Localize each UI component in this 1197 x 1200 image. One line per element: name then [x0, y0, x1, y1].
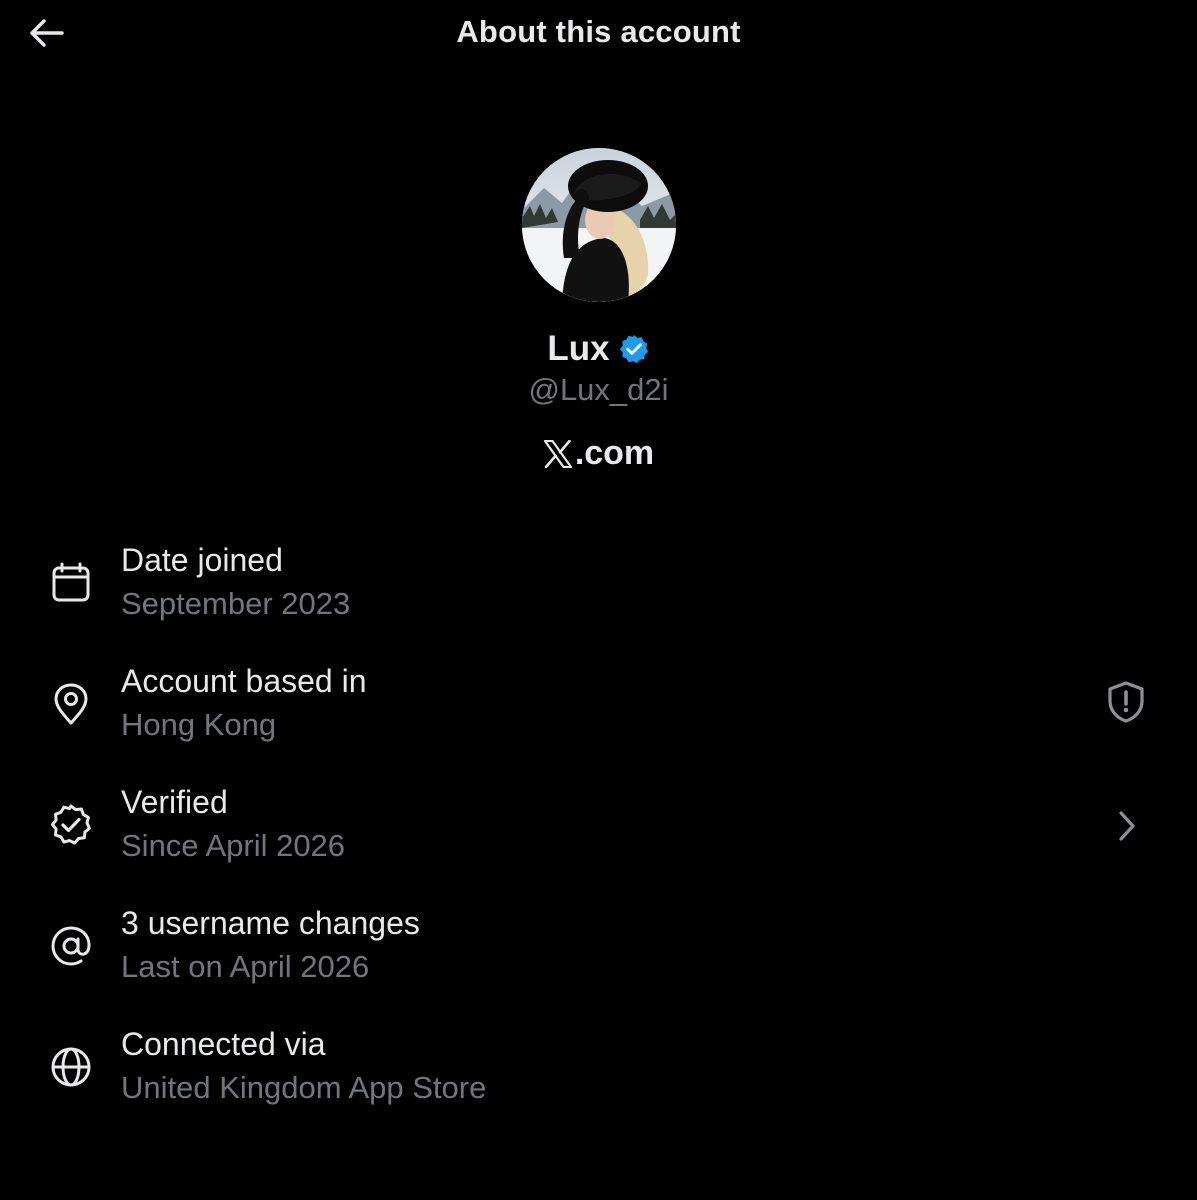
info-label: Connected via [121, 1026, 326, 1062]
list-item-verified[interactable]: Verified Since April 2026 [0, 782, 1197, 903]
verified-badge-icon [619, 335, 648, 363]
top-bar: About this account [0, 0, 1197, 66]
profile-summary: Lux @Lux_d2i .com [0, 148, 1197, 473]
info-label: 3 username changes [121, 905, 420, 941]
site-domain: .com [574, 434, 655, 472]
info-value: Last on April 2026 [121, 949, 370, 984]
info-value: September 2023 [121, 586, 351, 621]
page-title: About this account [456, 14, 741, 49]
list-item-account-location: Account based in Hong Kong [0, 661, 1197, 782]
avatar-image [521, 148, 676, 302]
site-link[interactable]: .com [0, 434, 1197, 473]
avatar[interactable] [521, 148, 676, 302]
list-item-date-joined: Date joined September 2023 [0, 540, 1197, 661]
username-handle: @Lux_d2i [528, 372, 669, 407]
name-row: Lux [0, 328, 1197, 370]
info-label: Verified [121, 784, 228, 820]
info-value: Hong Kong [121, 707, 277, 742]
shield-alert-icon[interactable] [1103, 679, 1149, 725]
display-name: Lux [547, 329, 610, 368]
location-pin-icon [54, 683, 88, 725]
info-label: Date joined [121, 542, 283, 578]
chevron-right-icon[interactable] [1103, 803, 1149, 849]
info-value: United Kingdom App Store [121, 1070, 487, 1105]
list-item-connected-via: Connected via United Kingdom App Store [0, 1024, 1197, 1145]
x-logo-icon [543, 439, 572, 468]
account-details-list: Date joined September 2023 Account based… [0, 540, 1197, 1145]
list-item-username-changes: 3 username changes Last on April 2026 [0, 903, 1197, 1024]
verified-outline-icon [51, 804, 91, 845]
info-label: Account based in [121, 663, 367, 699]
at-sign-icon [51, 926, 91, 966]
calendar-icon [52, 562, 90, 602]
globe-icon [51, 1047, 91, 1087]
info-value: Since April 2026 [121, 828, 346, 863]
